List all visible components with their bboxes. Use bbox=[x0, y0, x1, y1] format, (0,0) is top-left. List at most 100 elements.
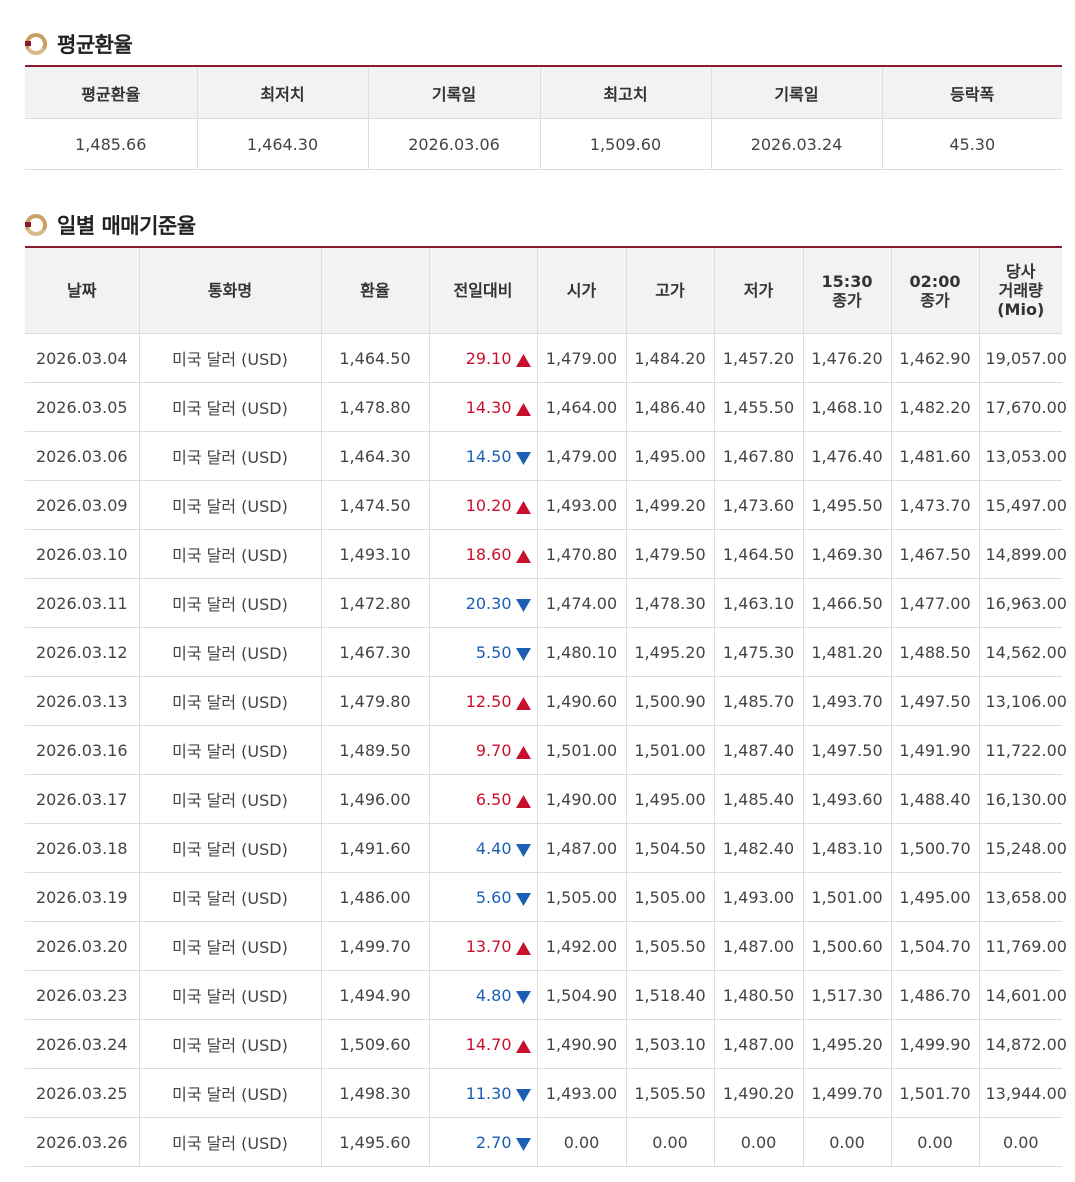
cell-low: 1,473.60 bbox=[714, 480, 804, 530]
cell-open: 1,479.00 bbox=[537, 333, 627, 383]
change-value: 6.50 bbox=[476, 790, 531, 809]
cell-volume: 13,944.00 bbox=[979, 1068, 1067, 1118]
cell-volume: 16,963.00 bbox=[979, 578, 1067, 628]
change-value: 9.70 bbox=[476, 741, 531, 760]
cell-date: 2026.03.24 bbox=[25, 1019, 140, 1069]
table-row: 2026.03.11 미국 달러 (USD) 1,472.80 20.30 1,474.… bbox=[25, 578, 1067, 628]
cell-close-1530: 1,493.70 bbox=[803, 676, 892, 726]
change-value: 10.20 bbox=[466, 496, 531, 515]
cell-low: 1,475.30 bbox=[714, 627, 804, 677]
cell-low: 1,490.20 bbox=[714, 1068, 804, 1118]
cell-high: 1,484.20 bbox=[626, 333, 715, 383]
cell-close-1530: 0.00 bbox=[803, 1117, 892, 1167]
cell-currency: 미국 달러 (USD) bbox=[139, 970, 322, 1020]
summary-value-4: 2026.03.24 bbox=[711, 118, 883, 170]
cell-close-0200: 1,488.50 bbox=[891, 627, 980, 677]
cell-close-1530: 1,493.60 bbox=[803, 774, 892, 824]
change-value: 5.60 bbox=[476, 888, 531, 907]
change-amount: 5.50 bbox=[475, 642, 512, 662]
summary-value-2: 2026.03.06 bbox=[368, 118, 541, 170]
change-value: 4.80 bbox=[476, 986, 531, 1005]
change-amount: 4.40 bbox=[475, 838, 512, 858]
cell-change: 11.30 bbox=[429, 1068, 538, 1118]
triangle-down-icon bbox=[515, 842, 531, 857]
table-row: 2026.03.16 미국 달러 (USD) 1,489.50 9.70 1,501.0… bbox=[25, 725, 1067, 775]
cell-open: 1,464.00 bbox=[537, 382, 627, 432]
cell-open: 1,479.00 bbox=[537, 431, 627, 481]
cell-high: 1,505.50 bbox=[626, 1068, 715, 1118]
summary-value-5: 45.30 bbox=[882, 118, 1062, 170]
table-row: 2026.03.25 미국 달러 (USD) 1,498.30 11.30 1,493.… bbox=[25, 1068, 1067, 1118]
cell-date: 2026.03.05 bbox=[25, 382, 140, 432]
cell-open: 0.00 bbox=[537, 1117, 627, 1167]
cell-date: 2026.03.18 bbox=[25, 823, 140, 873]
cell-close-0200: 1,488.40 bbox=[891, 774, 980, 824]
cell-close-1530: 1,481.20 bbox=[803, 627, 892, 677]
change-value: 13.70 bbox=[466, 937, 531, 956]
cell-volume: 0.00 bbox=[979, 1117, 1062, 1167]
table-row: 2026.03.13 미국 달러 (USD) 1,479.80 12.50 1,490.… bbox=[25, 676, 1067, 726]
cell-low: 1,467.80 bbox=[714, 431, 804, 481]
cell-change: 20.30 bbox=[429, 578, 538, 628]
cell-change: 4.80 bbox=[429, 970, 538, 1020]
cell-high: 1,504.50 bbox=[626, 823, 715, 873]
col-header-low: 저가 bbox=[714, 247, 804, 334]
cell-volume: 14,899.00 bbox=[979, 529, 1067, 579]
cell-high: 1,518.40 bbox=[626, 970, 715, 1020]
cell-date: 2026.03.06 bbox=[25, 431, 140, 481]
cell-low: 1,464.50 bbox=[714, 529, 804, 579]
cell-close-0200: 1,504.70 bbox=[891, 921, 980, 971]
summary-header-row: 평균환율 최저치 기록일 최고치 기록일 등락폭 bbox=[25, 66, 1062, 119]
cell-rate: 1,464.30 bbox=[321, 431, 430, 481]
cell-high: 1,478.30 bbox=[626, 578, 715, 628]
change-amount: 20.30 bbox=[465, 593, 512, 613]
cell-change: 14.70 bbox=[429, 1019, 538, 1069]
table-row: 2026.03.05 미국 달러 (USD) 1,478.80 14.30 1,464.… bbox=[25, 382, 1067, 432]
summary-value-row: 1,485.66 1,464.30 2026.03.06 1,509.60 2026.0… bbox=[25, 118, 1062, 170]
cell-date: 2026.03.12 bbox=[25, 627, 140, 677]
change-amount: 13.70 bbox=[465, 936, 512, 956]
col-header-close-0200-label: 종가 bbox=[920, 290, 950, 310]
change-amount: 11.30 bbox=[465, 1083, 512, 1103]
cell-change: 9.70 bbox=[429, 725, 538, 775]
cell-high: 1,495.00 bbox=[626, 431, 715, 481]
change-value: 29.10 bbox=[466, 349, 531, 368]
cell-close-1530: 1,499.70 bbox=[803, 1068, 892, 1118]
cell-change: 5.50 bbox=[429, 627, 538, 677]
change-value: 12.50 bbox=[466, 692, 531, 711]
cell-rate: 1,495.60 bbox=[321, 1117, 430, 1167]
cell-volume: 14,601.00 bbox=[979, 970, 1067, 1020]
change-amount: 14.30 bbox=[465, 397, 512, 417]
change-amount: 18.60 bbox=[465, 544, 512, 564]
cell-date: 2026.03.17 bbox=[25, 774, 140, 824]
triangle-up-icon bbox=[515, 499, 531, 514]
cell-close-1530: 1,468.10 bbox=[803, 382, 892, 432]
cell-low: 1,485.40 bbox=[714, 774, 804, 824]
cell-high: 1,505.00 bbox=[626, 872, 715, 922]
cell-change: 29.10 bbox=[429, 333, 538, 383]
triangle-down-icon bbox=[515, 450, 531, 465]
cell-change: 4.40 bbox=[429, 823, 538, 873]
triangle-up-icon bbox=[515, 744, 531, 759]
change-value: 14.50 bbox=[466, 447, 531, 466]
summary-header-5: 등락폭 bbox=[882, 66, 1062, 119]
cell-change: 14.50 bbox=[429, 431, 538, 481]
change-amount: 12.50 bbox=[465, 691, 512, 711]
cell-change: 10.20 bbox=[429, 480, 538, 530]
daily-table: 날짜 통화명 환율 전일대비 시가 고가 저가 15:30 종가 02:00 종… bbox=[25, 246, 1067, 1167]
triangle-down-icon bbox=[515, 891, 531, 906]
daily-title: 일별 매매기준율 bbox=[57, 214, 196, 238]
summary-header-3: 최고치 bbox=[540, 66, 712, 119]
cell-volume: 14,562.00 bbox=[979, 627, 1067, 677]
triangle-down-icon bbox=[515, 1087, 531, 1102]
cell-close-1530: 1,495.20 bbox=[803, 1019, 892, 1069]
summary-section: 평균환율 평균환율 최저치 기록일 최고치 기록일 등락폭 1,485.66 1,464.3… bbox=[25, 29, 1062, 170]
cell-volume: 11,769.00 bbox=[979, 921, 1067, 971]
cell-close-0200: 1,500.70 bbox=[891, 823, 980, 873]
cell-open: 1,474.00 bbox=[537, 578, 627, 628]
cell-high: 1,495.00 bbox=[626, 774, 715, 824]
cell-change: 12.50 bbox=[429, 676, 538, 726]
summary-value-3: 1,509.60 bbox=[540, 118, 712, 170]
cell-volume: 13,053.00 bbox=[979, 431, 1067, 481]
cell-low: 1,482.40 bbox=[714, 823, 804, 873]
